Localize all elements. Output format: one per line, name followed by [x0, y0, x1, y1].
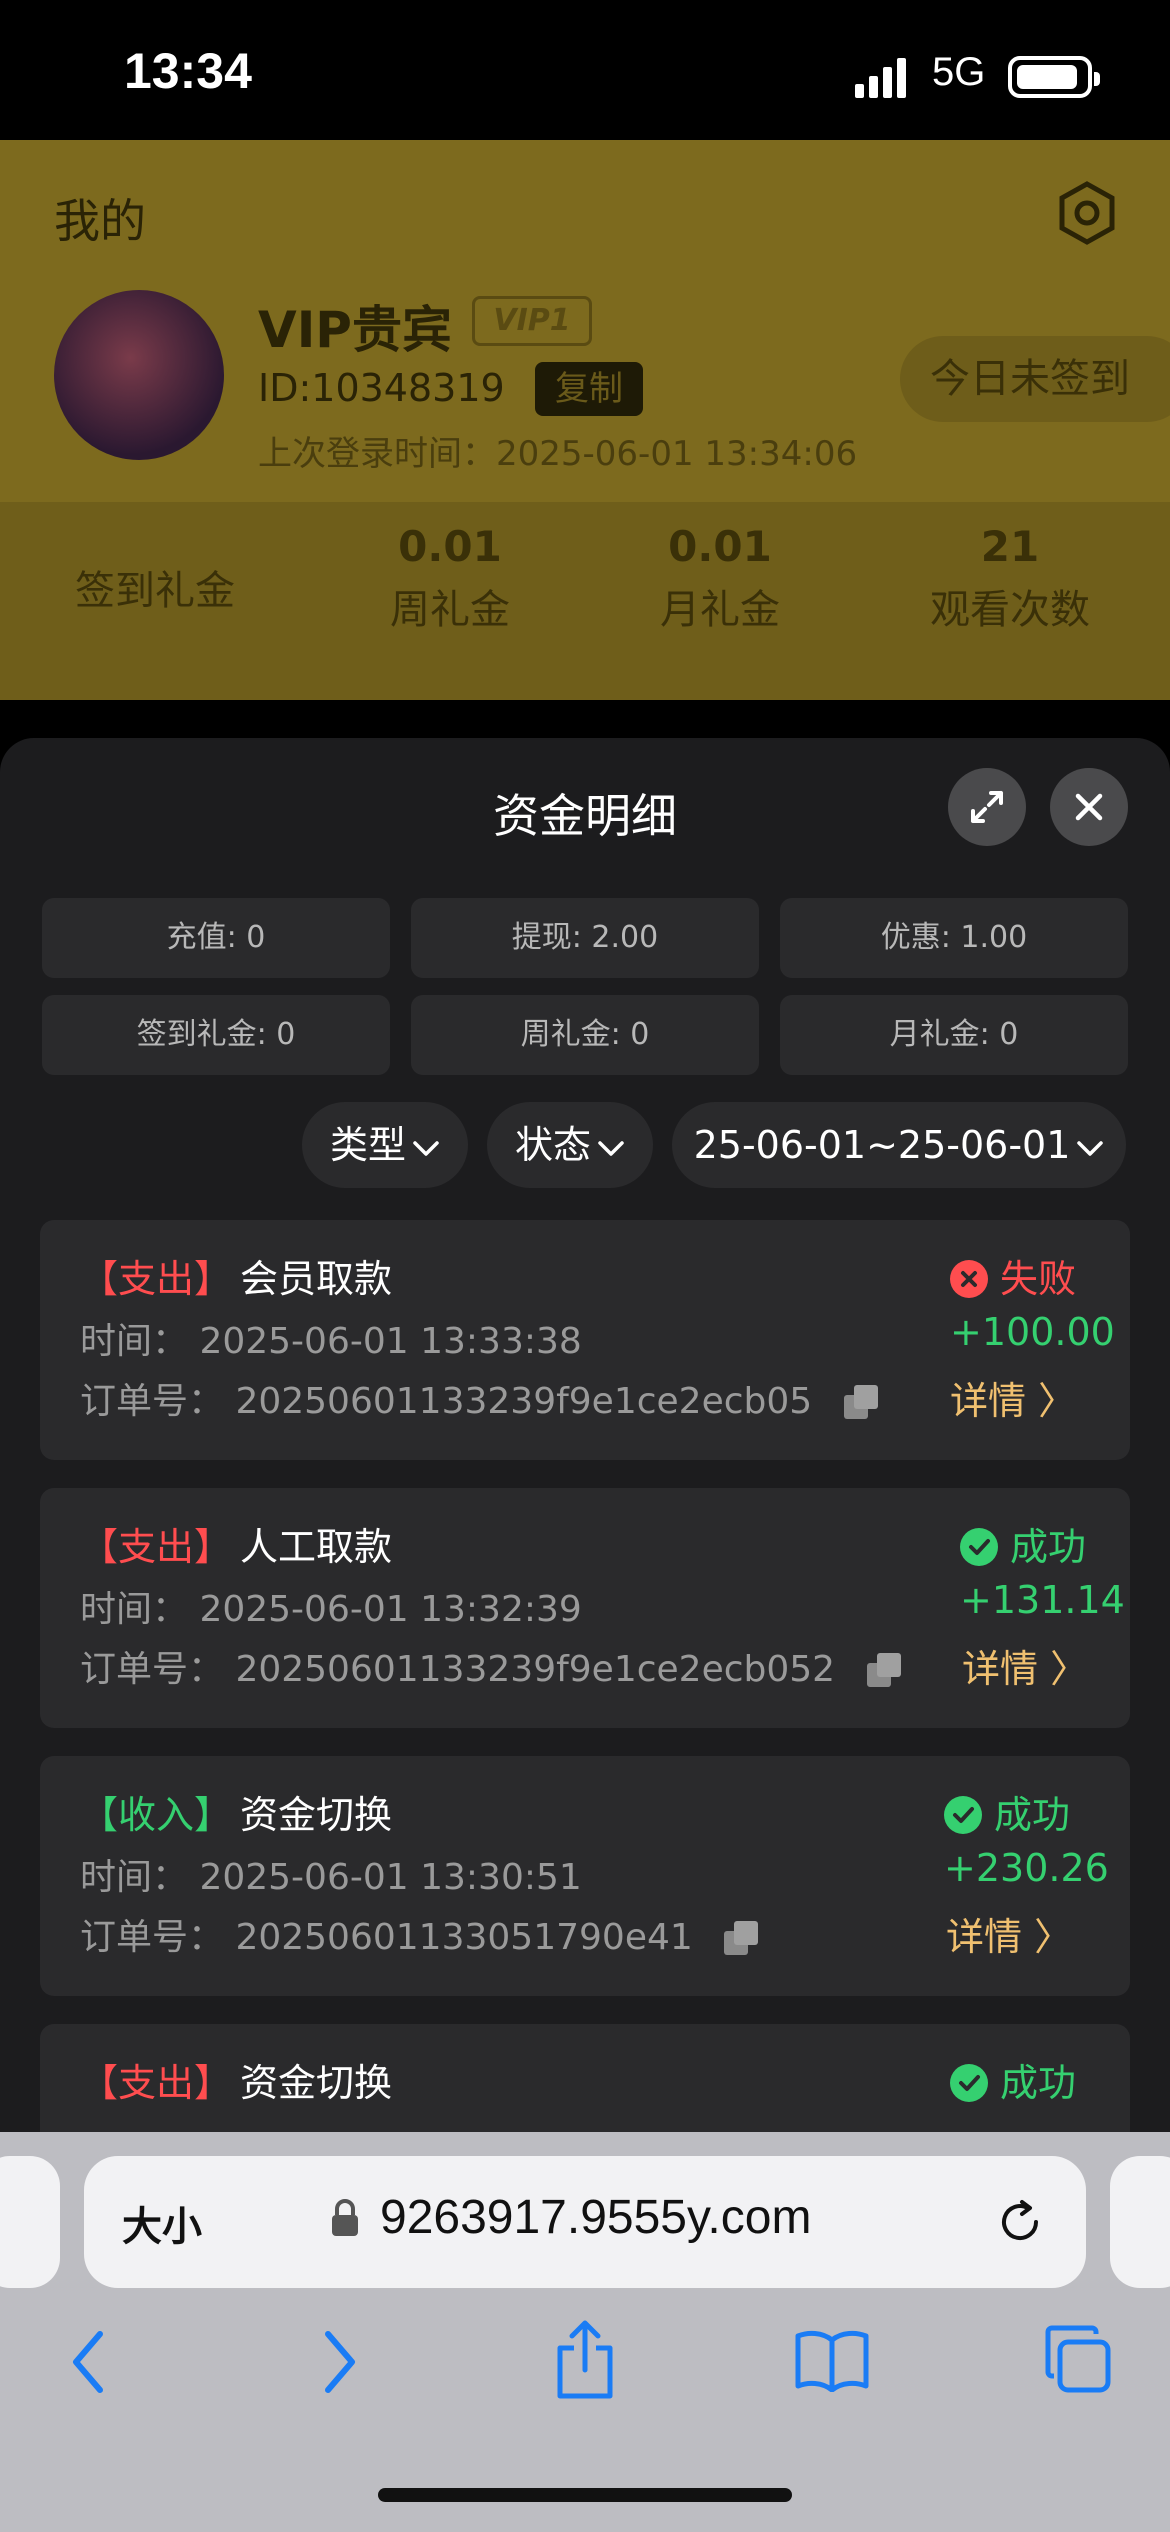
record-time: 时间： 2025-06-01 13:30:51	[80, 1857, 582, 1898]
vip-badge: VIP1	[472, 296, 592, 346]
record-card[interactable]: 【支出】 会员取款 时间： 2025-06-01 13:33:38 订单号： 2…	[40, 1220, 1130, 1460]
record-type: 【支出】	[80, 1257, 233, 1301]
lock-icon	[332, 2199, 358, 2236]
summary-weekly-gift: 周礼金: 0	[411, 995, 759, 1075]
detail-link[interactable]: 详情 〉	[950, 1370, 1076, 1425]
record-order: 订单号： 20250601133239f9e1ce2ecb052	[80, 1640, 903, 1692]
text-size-button[interactable]: 大小	[122, 2194, 202, 2252]
user-id: ID:10348319	[258, 366, 505, 410]
stat-sign-gift: 签到礼金	[75, 568, 235, 614]
date-range-filter[interactable]: 25-06-01~25-06-01	[672, 1102, 1126, 1188]
cellular-signal-icon	[855, 58, 906, 98]
record-card[interactable]: 【支出】 人工取款 时间： 2025-06-01 13:32:39 订单号： 2…	[40, 1488, 1130, 1728]
tabs-icon[interactable]	[1042, 2324, 1114, 2396]
expand-icon	[971, 791, 1003, 823]
summary-monthly-gift: 月礼金: 0	[780, 995, 1128, 1075]
avatar	[54, 290, 224, 460]
type-filter[interactable]: 类型	[302, 1102, 468, 1188]
bookmarks-icon[interactable]	[794, 2328, 870, 2392]
network-type: 5G	[932, 50, 986, 94]
home-indicator	[378, 2488, 792, 2502]
record-type: 【收入】	[80, 1793, 233, 1837]
stat-monthly-gift: 0.01 月礼金	[660, 522, 780, 633]
record-name: 人工取款	[240, 1525, 393, 1569]
copy-icon[interactable]	[866, 1653, 903, 1689]
stat-watch-count: 21 观看次数	[930, 522, 1090, 633]
record-type: 【支出】	[80, 2061, 233, 2105]
summary-sign-gift: 签到礼金: 0	[42, 995, 390, 1075]
chevron-down-icon	[598, 1140, 624, 1156]
status-badge: 成功	[950, 2052, 1076, 2107]
status-badge: 成功	[960, 1516, 1086, 1571]
address-bar[interactable]: 大小 9263917.9555y.com	[84, 2156, 1086, 2288]
detail-link[interactable]: 详情 〉	[962, 1638, 1088, 1693]
expand-button[interactable]	[948, 768, 1026, 846]
summary-withdraw: 提现: 2.00	[411, 898, 759, 978]
status-badge: 失败	[950, 1248, 1076, 1303]
battery-icon	[1008, 56, 1100, 98]
url-text: 9263917.9555y.com	[380, 2191, 812, 2244]
status-bar: 13:34 5G	[0, 0, 1170, 140]
last-login-time: 上次登录时间：2025-06-01 13:34:06	[258, 434, 858, 474]
forward-icon[interactable]	[316, 2324, 364, 2400]
success-icon	[960, 1528, 998, 1566]
stats-row: 签到礼金 0.01 周礼金 0.01 月礼金 21 观看次数	[0, 502, 1170, 700]
page-title: 我的	[54, 194, 146, 248]
clock: 13:34	[124, 43, 252, 99]
browser-toolbar: 大小 9263917.9555y.com	[0, 2132, 1170, 2532]
next-tab[interactable]	[1110, 2156, 1170, 2288]
fail-icon	[950, 1260, 988, 1298]
record-amount: +100.00	[950, 1310, 1115, 1354]
record-amount: +131.14	[960, 1578, 1125, 1622]
summary-discount: 优惠: 1.00	[780, 898, 1128, 978]
record-card[interactable]: 【收入】 资金切换 时间： 2025-06-01 13:30:51 订单号： 2…	[40, 1756, 1130, 1996]
vip-name: VIP贵宾	[258, 301, 452, 359]
chevron-down-icon	[1077, 1140, 1104, 1156]
record-name: 会员取款	[240, 1257, 393, 1301]
close-button[interactable]	[1050, 768, 1128, 846]
close-icon	[1075, 793, 1103, 821]
summary-deposit: 充值: 0	[42, 898, 390, 978]
record-amount: +230.26	[944, 1846, 1109, 1890]
background-profile-page: 我的 VIP贵宾 VIP1 ID:10348319 复制 上次登录时间：2025…	[0, 140, 1170, 700]
copy-icon[interactable]	[843, 1385, 880, 1421]
sign-in-button[interactable]: 今日未签到	[900, 336, 1170, 422]
record-time: 时间： 2025-06-01 13:33:38	[80, 1321, 582, 1362]
record-order: 订单号： 20250601133051790e41	[80, 1908, 760, 1960]
settings-icon	[1059, 181, 1115, 245]
fund-details-sheet: 资金明细 充值: 0 提现: 2.00 优惠: 1.00 签到礼金: 0 周礼金…	[0, 738, 1170, 2264]
record-order: 订单号： 20250601133239f9e1ce2ecb05	[80, 1372, 880, 1424]
stat-weekly-gift: 0.01 周礼金	[390, 522, 510, 633]
reload-icon[interactable]	[992, 2194, 1048, 2250]
record-name: 资金切换	[240, 2061, 393, 2105]
previous-tab[interactable]	[0, 2156, 60, 2288]
back-icon[interactable]	[64, 2324, 112, 2400]
status-badge: 成功	[944, 1784, 1070, 1839]
detail-link[interactable]: 详情 〉	[946, 1906, 1072, 1961]
share-icon[interactable]	[550, 2318, 620, 2400]
record-time: 时间： 2025-06-01 13:32:39	[80, 1589, 582, 1630]
record-type: 【支出】	[80, 1525, 233, 1569]
status-filter[interactable]: 状态	[487, 1102, 653, 1188]
copy-id-button[interactable]: 复制	[535, 362, 643, 416]
success-icon	[950, 2064, 988, 2102]
chevron-down-icon	[413, 1140, 439, 1156]
record-name: 资金切换	[240, 1793, 393, 1837]
copy-icon[interactable]	[724, 1921, 760, 1957]
success-icon	[944, 1796, 982, 1834]
